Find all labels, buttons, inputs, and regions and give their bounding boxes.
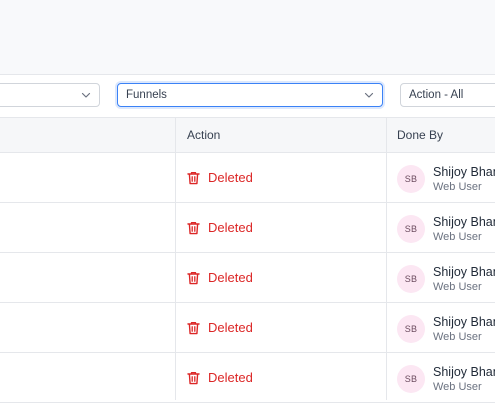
action-label: Deleted [208, 170, 253, 185]
filter-select-action-value: Action - All [409, 89, 464, 101]
avatar: SB [397, 365, 425, 393]
avatar: SB [397, 315, 425, 343]
user-role: Web User [433, 181, 482, 193]
filter-bar: Funnels Action - All [0, 75, 495, 117]
user-role: Web User [433, 231, 482, 243]
user-role: Web User [433, 331, 482, 343]
action-cell: Deleted [187, 303, 253, 352]
user-name: Shijoy Bhan [433, 365, 495, 379]
action-cell: Deleted [187, 353, 253, 402]
page-header-area [0, 0, 495, 75]
table-row[interactable]: Deleted SB Shijoy Bhan Web User [0, 303, 495, 353]
action-cell: Deleted [187, 253, 253, 302]
user-role: Web User [433, 281, 482, 293]
action-label: Deleted [208, 270, 253, 285]
user-name: Shijoy Bhan [433, 265, 495, 279]
action-cell: Deleted [187, 153, 253, 202]
filter-select-type-value: Funnels [126, 89, 167, 101]
table-row[interactable]: Deleted SB Shijoy Bhan Web User [0, 153, 495, 203]
trash-icon [187, 271, 200, 284]
table-body: Deleted SB Shijoy Bhan Web User Deleted … [0, 153, 495, 403]
table-header: Action Done By [0, 117, 495, 153]
action-label: Deleted [208, 320, 253, 335]
action-label: Deleted [208, 370, 253, 385]
table-row[interactable]: Deleted SB Shijoy Bhan Web User [0, 203, 495, 253]
filter-select-first[interactable] [0, 83, 100, 107]
action-cell: Deleted [187, 203, 253, 252]
filter-select-action[interactable]: Action - All [400, 83, 495, 107]
avatar: SB [397, 215, 425, 243]
chevron-down-icon [81, 92, 91, 98]
trash-icon [187, 371, 200, 384]
user-name: Shijoy Bhan [433, 315, 495, 329]
chevron-down-icon [364, 92, 374, 98]
user-role: Web User [433, 381, 482, 393]
action-label: Deleted [208, 220, 253, 235]
avatar: SB [397, 265, 425, 293]
column-divider [175, 117, 176, 400]
column-divider [386, 117, 387, 400]
user-name: Shijoy Bhan [433, 165, 495, 179]
column-header-done-by[interactable]: Done By [397, 118, 443, 152]
table-row[interactable]: Deleted SB Shijoy Bhan Web User [0, 353, 495, 403]
trash-icon [187, 221, 200, 234]
column-header-action[interactable]: Action [187, 118, 220, 152]
trash-icon [187, 171, 200, 184]
table-row[interactable]: Deleted SB Shijoy Bhan Web User [0, 253, 495, 303]
user-name: Shijoy Bhan [433, 215, 495, 229]
avatar: SB [397, 165, 425, 193]
filter-select-type[interactable]: Funnels [117, 83, 383, 107]
trash-icon [187, 321, 200, 334]
